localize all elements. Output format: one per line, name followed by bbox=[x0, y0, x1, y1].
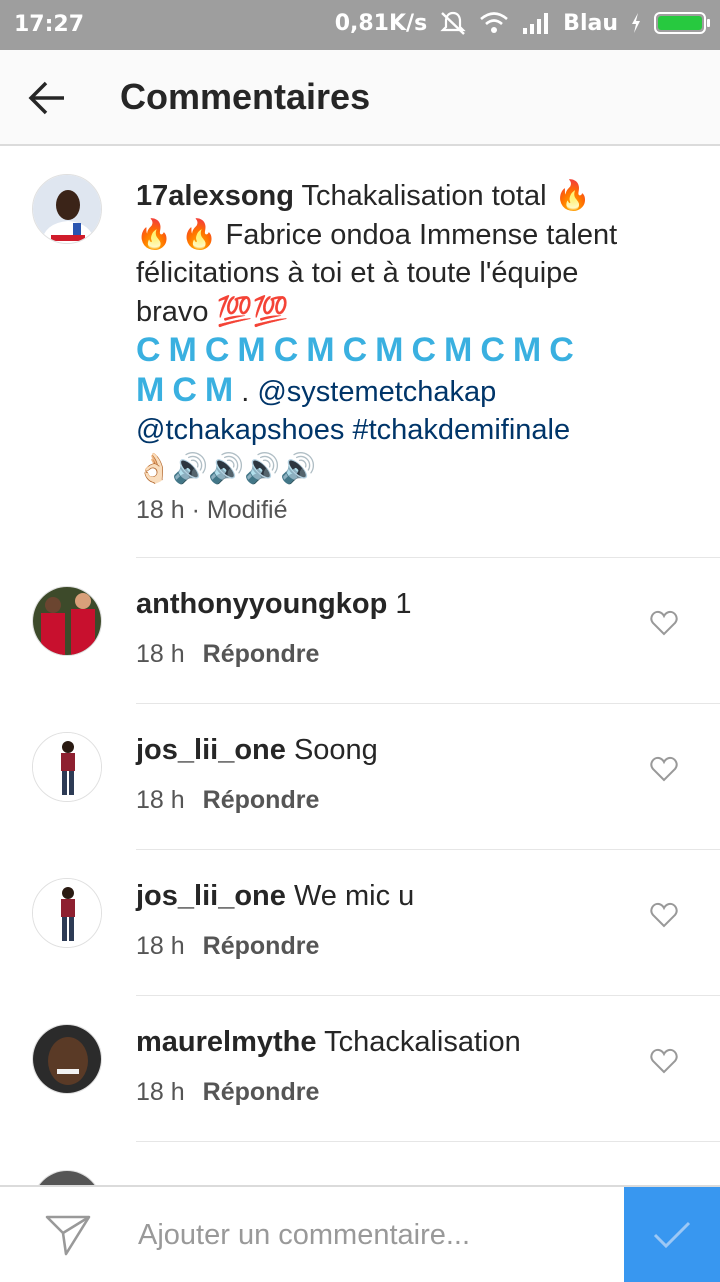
status-bar: 17:27 0,81K/s Blau bbox=[0, 0, 720, 50]
direct-send-icon[interactable] bbox=[44, 1213, 92, 1257]
comment-username[interactable]: jos_lii_one bbox=[136, 880, 286, 912]
avatar[interactable] bbox=[32, 878, 102, 948]
comment-text: jos_lii_one We mic u bbox=[136, 880, 414, 913]
heart-icon[interactable] bbox=[650, 610, 678, 636]
reply-button[interactable]: Répondre bbox=[203, 786, 320, 814]
comment-username[interactable]: jos_lii_one bbox=[136, 734, 286, 766]
divider bbox=[136, 995, 720, 996]
arrow-left-icon[interactable] bbox=[26, 78, 70, 118]
heart-icon[interactable] bbox=[650, 902, 678, 928]
status-time: 17:27 bbox=[14, 12, 85, 37]
comment-text: maurelmythe Tchackalisation bbox=[136, 1026, 521, 1059]
comment-meta: 18 h Répondre bbox=[136, 786, 319, 815]
avatar[interactable] bbox=[32, 586, 102, 656]
carrier-name: Blau bbox=[563, 10, 618, 36]
comment-time: 18 h bbox=[136, 1078, 185, 1106]
caption-text-part: Tchakalisation total bbox=[293, 180, 555, 212]
comment-body: We mic u bbox=[293, 880, 415, 912]
battery-icon bbox=[654, 12, 710, 34]
comment-body: 1 bbox=[395, 588, 412, 620]
heart-icon[interactable] bbox=[650, 756, 678, 782]
comment-text: anthonyyoungkop 1 bbox=[136, 588, 412, 621]
comment-body: Soong bbox=[293, 734, 378, 766]
post-button[interactable] bbox=[624, 1187, 720, 1282]
comment-text: jos_lii_one Soong bbox=[136, 734, 378, 767]
mute-icon bbox=[440, 11, 466, 35]
status-icons: 0,81K/s Blau bbox=[334, 10, 710, 36]
meta-separator: · bbox=[184, 496, 207, 524]
app-header: Commentaires bbox=[0, 50, 720, 146]
caption-text: 17alexsong Tchakalisation total 🔥 🔥 🔥 Fa… bbox=[136, 176, 656, 488]
caption-dot: . bbox=[241, 376, 258, 408]
wifi-icon bbox=[480, 12, 509, 33]
comment-body: Tchackalisation bbox=[324, 1026, 521, 1058]
divider bbox=[136, 557, 720, 558]
comment-item: maurelmythe Tchackalisation 18 h Répondre bbox=[0, 1010, 720, 1155]
page-title: Commentaires bbox=[120, 76, 371, 117]
mention-link[interactable]: @systemetchakap bbox=[257, 376, 496, 408]
checkmark-icon bbox=[653, 1221, 691, 1248]
heart-icon[interactable] bbox=[650, 1048, 678, 1074]
comment-time: 18 h bbox=[136, 932, 185, 960]
comment-input[interactable] bbox=[136, 1211, 610, 1259]
charging-icon bbox=[632, 13, 640, 33]
comment-time: 18 h bbox=[136, 640, 185, 668]
comment-username[interactable]: maurelmythe bbox=[136, 1026, 317, 1058]
divider bbox=[136, 849, 720, 850]
decorative-letters: CMCMCMCMCMCMC bbox=[136, 331, 582, 369]
edited-label: Modifié bbox=[206, 496, 288, 524]
comment-meta: 18 h Répondre bbox=[136, 1078, 319, 1107]
signal-icon bbox=[523, 13, 549, 34]
comment-composer bbox=[0, 1185, 720, 1282]
network-speed: 0,81K/s bbox=[334, 10, 428, 36]
caption-meta: 18 h · Modifié bbox=[136, 496, 287, 525]
reply-button[interactable]: Répondre bbox=[203, 640, 320, 668]
avatar[interactable] bbox=[32, 174, 102, 244]
avatar[interactable] bbox=[32, 1024, 102, 1094]
mention-link[interactable]: @tchakapshoes bbox=[136, 414, 344, 446]
divider bbox=[136, 1141, 720, 1142]
speaker-emoji: 👌🏻🔊🔊🔊🔊 bbox=[136, 451, 317, 485]
comment-username[interactable]: anthonyyoungkop bbox=[136, 588, 387, 620]
caption-time: 18 h bbox=[136, 496, 185, 524]
comment-item: jos_lii_one We mic u 18 h Répondre bbox=[0, 864, 720, 1009]
reply-button[interactable]: Répondre bbox=[203, 1078, 320, 1106]
comment-time: 18 h bbox=[136, 786, 185, 814]
avatar[interactable] bbox=[32, 732, 102, 802]
decorative-letters: MCM bbox=[136, 371, 242, 409]
fire-emoji: 🔥 bbox=[554, 178, 591, 212]
reply-button[interactable]: Répondre bbox=[203, 932, 320, 960]
caption-username[interactable]: 17alexsong bbox=[136, 180, 294, 212]
divider bbox=[136, 703, 720, 704]
hashtag-link[interactable]: #tchakdemifinale bbox=[352, 414, 570, 446]
comment-meta: 18 h Répondre bbox=[136, 932, 319, 961]
comment-item: jos_lii_one Soong 18 h Répondre bbox=[0, 718, 720, 863]
comment-item: anthonyyoungkop 1 18 h Répondre bbox=[0, 572, 720, 717]
comment-meta: 18 h Répondre bbox=[136, 640, 319, 669]
fire-emoji: 🔥 🔥 bbox=[136, 217, 218, 251]
hundred-emoji: 💯💯 bbox=[216, 294, 289, 328]
